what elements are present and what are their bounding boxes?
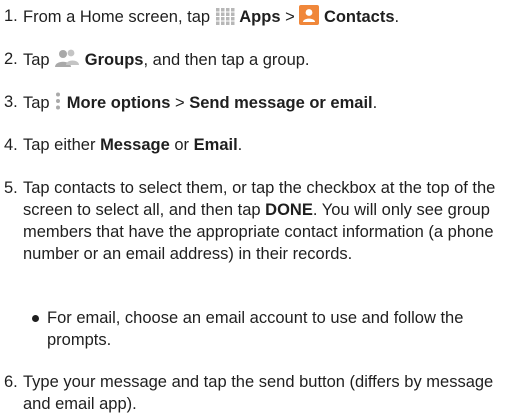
step-number: 6. — [4, 373, 18, 391]
step-end: . — [237, 136, 243, 154]
step-text: Tap either Message or Email. — [23, 134, 513, 156]
step-end: . — [372, 94, 378, 112]
step-text: Tap contacts to select them, or tap the … — [23, 177, 513, 265]
send-message-label: Send message or email — [189, 94, 373, 112]
bullet-text: For email, choose an email account to us… — [47, 309, 464, 349]
apps-label: Apps — [239, 8, 281, 26]
step-text-part: , and then tap a group. — [143, 51, 310, 69]
message-label: Message — [100, 136, 170, 154]
step-number: 4. — [4, 136, 18, 154]
step-number: 2. — [4, 50, 18, 68]
contacts-label: Contacts — [323, 8, 395, 26]
step-text-part: Tap — [23, 51, 50, 69]
step-text: From a Home screen, tap Apps > Contacts. — [23, 5, 513, 31]
step-number: 3. — [4, 93, 18, 111]
more-options-label: More options — [66, 94, 171, 112]
step-text: Type your message and tap the send butto… — [23, 373, 494, 413]
step-number: 5. — [4, 179, 18, 197]
done-label: DONE — [265, 201, 313, 219]
step-text-part: or — [174, 136, 190, 154]
step-text: Tap Groups, and then tap a group. — [23, 48, 513, 74]
groups-icon — [54, 48, 80, 74]
step-text: Tap More options > Send message or email… — [23, 91, 513, 117]
step-end: . — [394, 8, 400, 26]
step-number: 1. — [4, 7, 18, 25]
groups-label: Groups — [84, 51, 144, 69]
contacts-icon — [299, 5, 320, 31]
email-label: Email — [193, 136, 238, 154]
more-options-icon — [54, 91, 62, 117]
separator: > — [174, 94, 185, 112]
step-text-part: From a Home screen, tap — [23, 8, 211, 26]
step-text-part: Tap — [23, 94, 50, 112]
bullet-dot — [32, 315, 39, 322]
apps-grid-icon — [215, 7, 235, 31]
separator: > — [285, 8, 295, 26]
step-text-part: Tap either — [23, 136, 96, 154]
